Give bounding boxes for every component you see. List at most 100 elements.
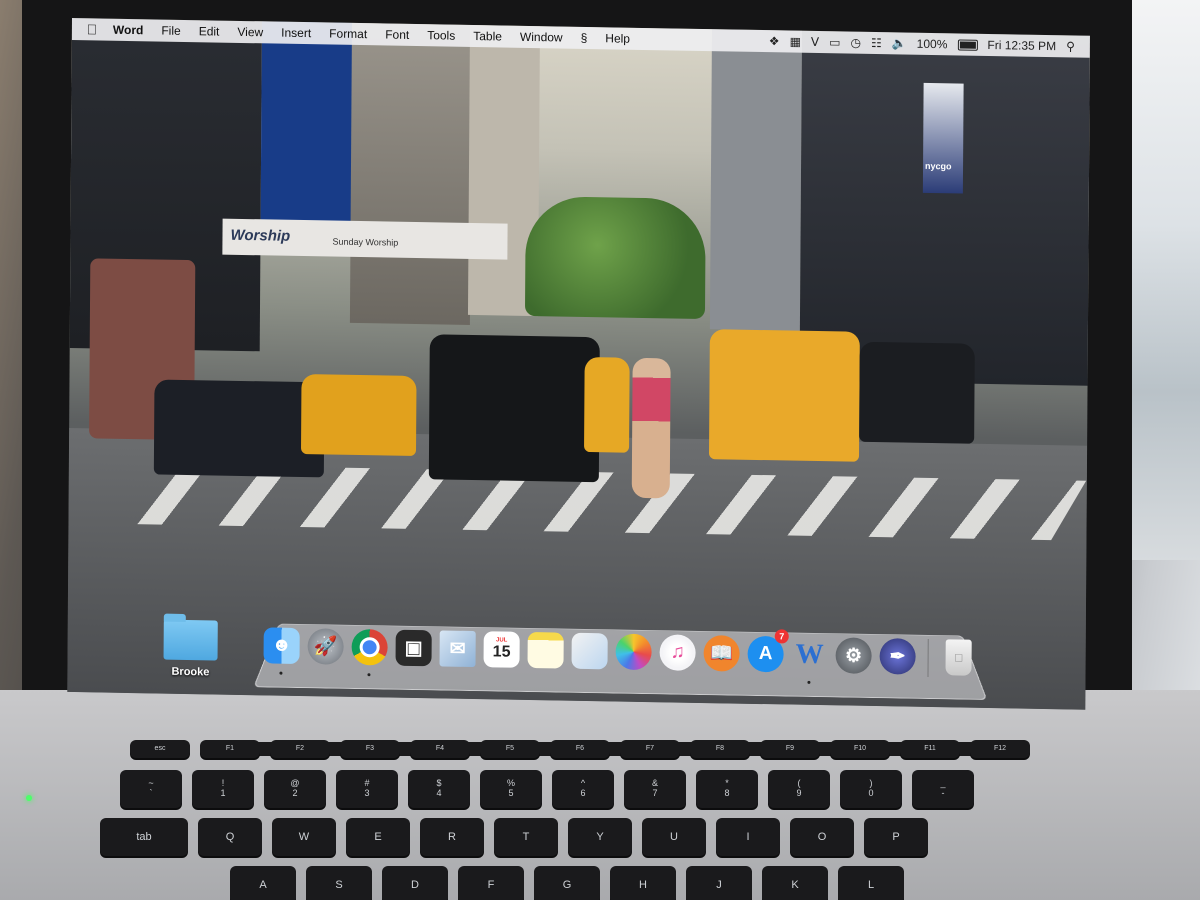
key-f8[interactable]: F8	[690, 740, 750, 758]
key-l[interactable]: L	[838, 866, 904, 900]
key-f4[interactable]: F4	[410, 740, 470, 758]
photos-icon	[615, 633, 652, 671]
key-esc[interactable]: esc	[130, 740, 190, 758]
key-f5[interactable]: F5	[480, 740, 540, 758]
menu-app-word[interactable]: Word	[104, 23, 153, 38]
key-f[interactable]: F	[458, 866, 524, 900]
desktop-folder[interactable]: Brooke	[155, 619, 225, 678]
key-8[interactable]: * 8	[696, 770, 758, 808]
key-6[interactable]: ^ 6	[552, 770, 614, 808]
function-row: esc F1 F2 F3 F4 F5 F6 F7 F8 F9 F10 F11 F…	[130, 740, 1030, 758]
dock-photo-booth[interactable]: ▣	[393, 628, 433, 669]
key-y[interactable]: Y	[568, 818, 632, 856]
key-f2[interactable]: F2	[270, 740, 330, 758]
key-main-label: 6	[580, 788, 586, 798]
wallpaper-trees	[524, 195, 706, 320]
key-t[interactable]: T	[494, 818, 558, 856]
battery-percent[interactable]: 100%	[912, 37, 953, 52]
key-f1[interactable]: F1	[200, 740, 260, 758]
dock-finder[interactable]: ☻	[261, 625, 301, 675]
key-f6[interactable]: F6	[550, 740, 610, 758]
battery-icon[interactable]	[952, 37, 982, 52]
menu-tools[interactable]: Tools	[418, 28, 464, 43]
dock-quill[interactable]: ✒	[877, 636, 917, 677]
key-2[interactable]: @2	[264, 770, 326, 808]
key-e[interactable]: E	[346, 818, 410, 856]
quill-icon: ✒	[879, 638, 916, 675]
key-a[interactable]: A	[230, 866, 296, 900]
key-0[interactable]: ) 0	[840, 770, 902, 808]
key-f12[interactable]: F12	[970, 740, 1030, 758]
key-f7[interactable]: F7	[620, 740, 680, 758]
dock-launchpad[interactable]: 🚀	[305, 626, 345, 667]
key-o[interactable]: O	[790, 818, 854, 856]
wallpaper-car	[859, 341, 975, 444]
search-icon[interactable]: ⚲	[1061, 39, 1080, 53]
dock-trash[interactable]: □	[938, 637, 978, 678]
dock-chrome[interactable]	[349, 627, 389, 677]
bluetooth-icon[interactable]: ᐯ	[806, 35, 824, 49]
key-9[interactable]: (9	[768, 770, 830, 808]
dock-photos[interactable]	[613, 631, 653, 672]
dock-mail[interactable]: ✉	[437, 628, 477, 669]
menu-file[interactable]: File	[152, 23, 189, 38]
key-d[interactable]: D	[382, 866, 448, 900]
menu-insert[interactable]: Insert	[272, 25, 320, 41]
key-1[interactable]: ! 1	[192, 770, 254, 808]
key-3[interactable]: #3	[336, 770, 398, 808]
dock-app-store[interactable]: A7	[745, 629, 789, 675]
key-4[interactable]: $4	[408, 770, 470, 808]
dock-calendar[interactable]: JUL 15	[481, 629, 521, 670]
key-tab[interactable]: tab	[100, 818, 188, 856]
airplay-icon[interactable]: ▭	[824, 35, 845, 49]
menu-window[interactable]: Window	[511, 30, 572, 45]
key-r[interactable]: R	[420, 818, 484, 856]
dock-separator	[927, 638, 929, 677]
wifi-icon[interactable]: ☷	[866, 36, 887, 50]
apple-icon[interactable]: 	[80, 21, 104, 37]
clock[interactable]: Fri 12:35 PM	[982, 38, 1061, 53]
key-f3[interactable]: F3	[340, 740, 400, 758]
grid-icon[interactable]: ▦	[785, 34, 806, 49]
key-s[interactable]: S	[306, 866, 372, 900]
key-p[interactable]: P	[864, 818, 928, 856]
menu-font[interactable]: Font	[376, 27, 418, 42]
dock-notes[interactable]	[525, 630, 565, 671]
running-indicator	[807, 680, 811, 684]
key-w[interactable]: W	[272, 818, 336, 856]
banner-text: Worship	[230, 226, 291, 245]
key-i[interactable]: I	[716, 818, 780, 856]
dock-word[interactable]: W	[789, 635, 829, 684]
key-j[interactable]: J	[686, 866, 752, 900]
dropbox-icon[interactable]: ❖	[764, 34, 785, 48]
key-g[interactable]: G	[534, 866, 600, 900]
key-minus[interactable]: _ -	[912, 770, 974, 808]
key-h[interactable]: H	[610, 866, 676, 900]
key-7[interactable]: & 7	[624, 770, 686, 808]
key-f10[interactable]: F10	[830, 740, 890, 758]
key-q[interactable]: Q	[198, 818, 262, 856]
power-led	[26, 795, 32, 801]
key-f11[interactable]: F11	[900, 740, 960, 758]
dock-ibooks[interactable]: 📖	[701, 633, 741, 674]
script-menu-icon[interactable]: §	[572, 31, 597, 45]
volume-icon[interactable]: 🔈	[887, 36, 912, 50]
dock-system-preferences[interactable]: ⚙	[833, 635, 873, 676]
time-machine-icon[interactable]: ◷	[845, 36, 866, 50]
dock-itunes[interactable]: ♫	[657, 632, 697, 673]
key-5[interactable]: % 5	[480, 770, 542, 808]
menu-edit[interactable]: Edit	[190, 24, 229, 39]
key-k[interactable]: K	[762, 866, 828, 900]
menu-format[interactable]: Format	[320, 26, 376, 41]
menu-help[interactable]: Help	[596, 31, 639, 46]
dock-preview[interactable]	[569, 631, 609, 672]
menu-table[interactable]: Table	[464, 29, 511, 44]
calendar-icon: JUL 15	[483, 631, 520, 668]
menu-view[interactable]: View	[228, 25, 272, 40]
key-u[interactable]: U	[642, 818, 706, 856]
key-main-label: 8	[724, 788, 730, 798]
key-tilde[interactable]: ~ `	[120, 770, 182, 808]
key-f9[interactable]: F9	[760, 740, 820, 758]
system-preferences-icon: ⚙	[835, 637, 872, 674]
key-main-label: 0	[868, 788, 874, 798]
